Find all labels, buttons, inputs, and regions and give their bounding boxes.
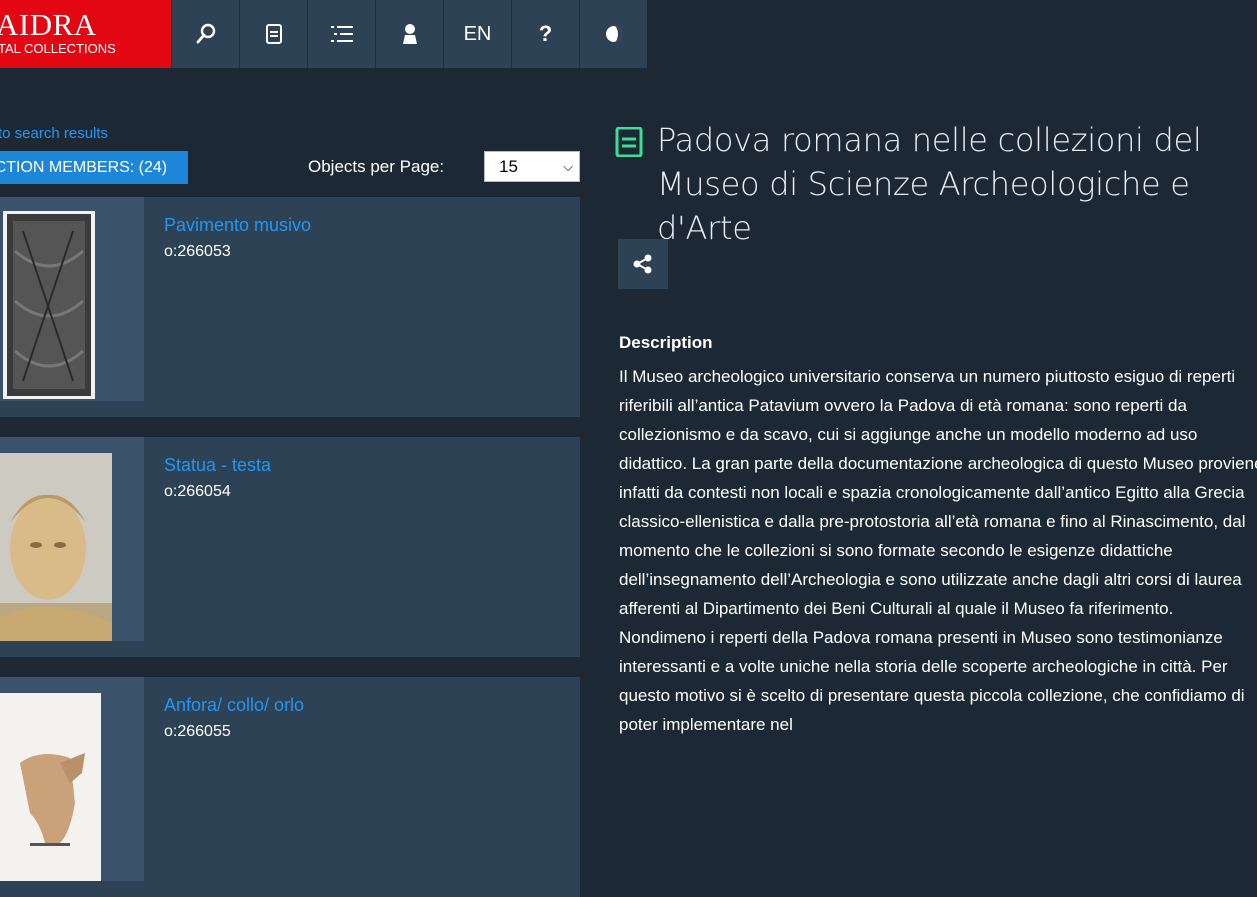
chevron-down-icon: ⌵ <box>563 158 573 174</box>
result-title-link[interactable]: Pavimento musivo <box>164 215 311 236</box>
site-logo[interactable]: AIDRA TAL COLLECTIONS <box>0 0 171 68</box>
logo-sub-text: TAL COLLECTIONS <box>0 41 116 56</box>
result-card[interactable]: Anfora/ collo/ orlo o:266055 <box>0 677 580 897</box>
user-icon <box>402 24 417 44</box>
back-to-search-link[interactable]: to search results <box>0 125 108 142</box>
result-id: o:266055 <box>164 723 231 740</box>
language-button[interactable]: EN <box>443 0 511 68</box>
description-heading: Description <box>619 333 713 352</box>
result-thumbnail[interactable] <box>0 677 144 881</box>
contrast-icon <box>605 26 622 42</box>
result-card[interactable]: Statua - testa o:266054 <box>0 437 580 657</box>
help-button[interactable]: ? <box>511 0 579 68</box>
result-thumbnail[interactable] <box>0 197 144 401</box>
document-icon <box>265 24 282 44</box>
result-id: o:266054 <box>164 483 231 500</box>
list-button[interactable] <box>307 0 375 68</box>
collection-members-label: ECTION MEMBERS: (24) <box>0 159 168 176</box>
description-paragraph: Il Museo archeologico universitario cons… <box>619 367 1257 618</box>
statue-head-thumbnail-image <box>0 453 112 641</box>
user-button[interactable] <box>375 0 443 68</box>
search-button[interactable] <box>171 0 239 68</box>
result-id: o:266053 <box>164 243 231 260</box>
share-button[interactable] <box>618 239 668 289</box>
objects-per-page-value: 15 <box>499 156 518 176</box>
collection-members-button[interactable]: ECTION MEMBERS: (24) <box>0 151 188 184</box>
result-thumbnail[interactable] <box>0 437 144 641</box>
result-title-link[interactable]: Anfora/ collo/ orlo <box>164 695 304 716</box>
result-card[interactable]: Pavimento musivo o:266053 <box>0 197 580 417</box>
description-text: Il Museo archeologico universitario cons… <box>619 362 1257 739</box>
collection-type-icon <box>615 127 643 157</box>
search-icon <box>196 23 215 44</box>
objects-per-page-label: Objects per Page: <box>308 157 445 176</box>
result-title-link[interactable]: Statua - testa <box>164 455 271 476</box>
page-title: Padova romana nelle collezioni del Museo… <box>657 121 1202 247</box>
collection-button[interactable] <box>239 0 307 68</box>
amphora-thumbnail-image <box>0 693 101 881</box>
logo-main-text: AIDRA <box>0 7 97 42</box>
share-icon <box>633 254 652 274</box>
top-navigation: AIDRA TAL COLLECTIONS EN ? <box>0 0 651 68</box>
mosaic-thumbnail-image <box>3 211 95 399</box>
objects-per-page-select[interactable]: 15 ⌵ <box>484 151 580 182</box>
list-icon <box>330 26 353 42</box>
theme-toggle-button[interactable] <box>579 0 647 68</box>
description-paragraph: Nondimeno i reperti della Padova romana … <box>619 628 1245 734</box>
